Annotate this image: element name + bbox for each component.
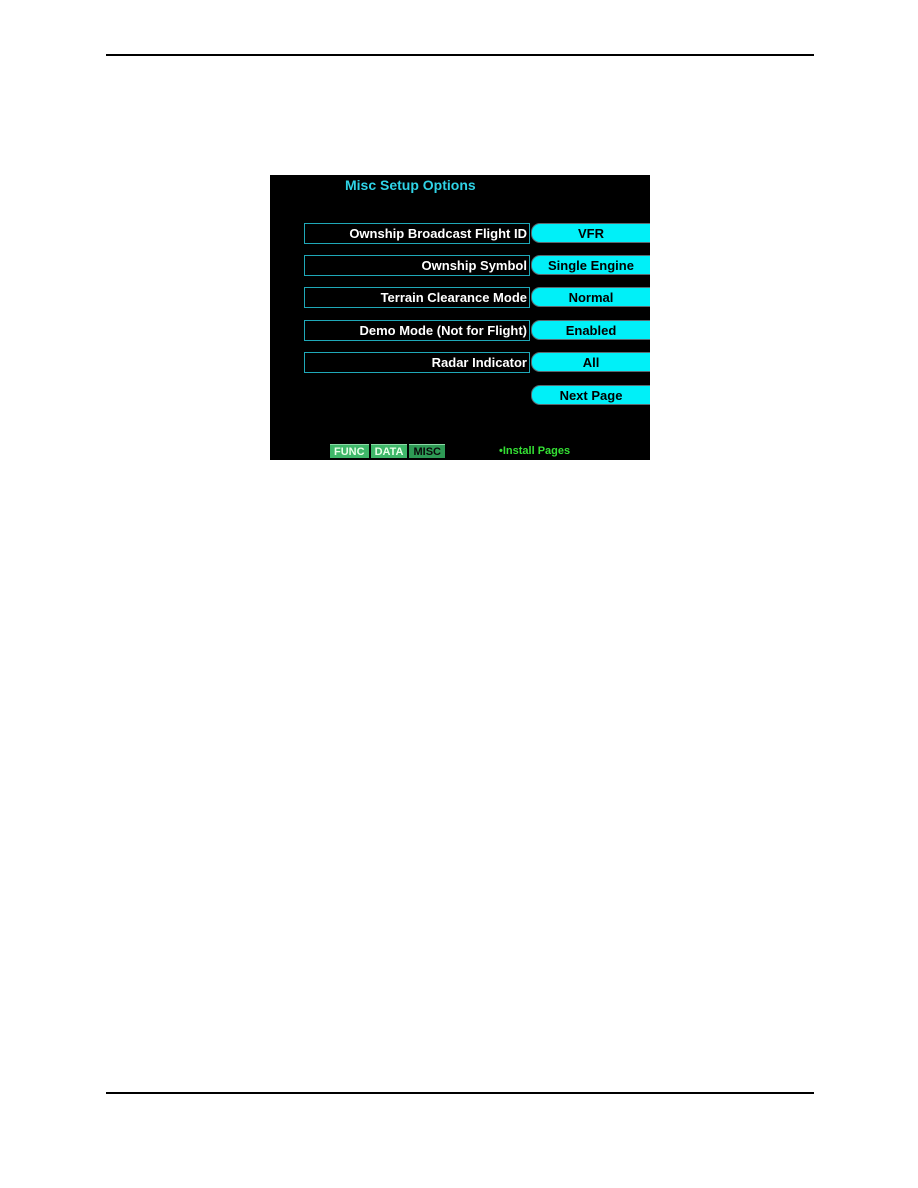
flight-id-button[interactable]: VFR [531,223,650,243]
next-page-row: Next Page [270,385,650,407]
option-row-terrain-clearance: Terrain Clearance Mode Normal [270,287,650,309]
option-label: Radar Indicator [304,352,530,373]
terrain-clearance-button[interactable]: Normal [531,287,650,307]
misc-setup-screen: Misc Setup Options Ownship Broadcast Fli… [270,175,650,460]
footer-rule [106,1092,814,1094]
next-page-button[interactable]: Next Page [531,385,650,405]
tab-data[interactable]: DATA [370,444,408,458]
option-label: Ownship Symbol [304,255,530,276]
option-label: Ownship Broadcast Flight ID [304,223,530,244]
ownship-symbol-button[interactable]: Single Engine [531,255,650,275]
page-title: Misc Setup Options [345,177,476,193]
header-rule [106,54,814,56]
tab-misc[interactable]: MISC [409,444,445,458]
option-row-flight-id: Ownship Broadcast Flight ID VFR [270,223,650,245]
install-pages-label: •Install Pages [499,445,571,457]
option-row-radar-indicator: Radar Indicator All [270,352,650,374]
tab-func[interactable]: FUNC [330,444,369,458]
option-row-ownship-symbol: Ownship Symbol Single Engine [270,255,650,277]
option-label: Terrain Clearance Mode [304,287,530,308]
demo-mode-button[interactable]: Enabled [531,320,650,340]
radar-indicator-button[interactable]: All [531,352,650,372]
option-row-demo-mode: Demo Mode (Not for Flight) Enabled [270,320,650,342]
page-tabs: FUNC DATA MISC [330,444,445,458]
option-label: Demo Mode (Not for Flight) [304,320,530,341]
